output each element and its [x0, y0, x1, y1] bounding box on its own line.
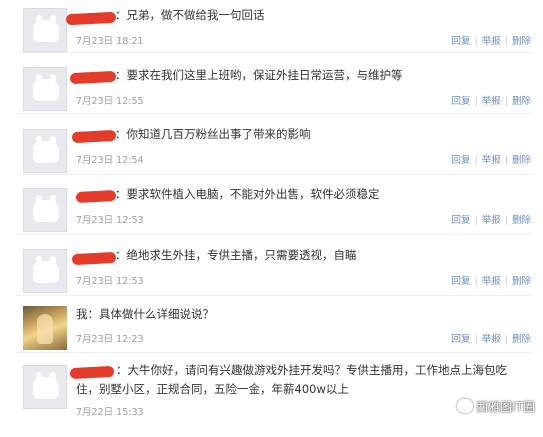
message-text: ：绝地求生外挂，专供主播，只需要透视，自瞄: [115, 248, 357, 262]
message-date: 7月23日 12:53: [76, 276, 144, 287]
divider: [16, 234, 531, 235]
message-text: ：你知道几百万粉丝出事了带来的影响: [115, 127, 311, 141]
delete-link[interactable]: 删除: [512, 276, 531, 287]
delete-link[interactable]: 删除: [512, 96, 531, 107]
delete-link[interactable]: 删除: [512, 334, 531, 345]
report-link[interactable]: 举报: [482, 155, 501, 166]
divider: [16, 295, 531, 296]
reply-link[interactable]: 回复: [452, 334, 471, 345]
divider: [16, 174, 531, 175]
message-actions: 回复 | 举报 | 删除: [451, 155, 531, 166]
avatar[interactable]: [23, 365, 67, 409]
message-date: 7月22日 15:33: [76, 407, 144, 418]
message-actions: 回复 | 举报 | 删除: [451, 276, 531, 287]
avatar[interactable]: [23, 306, 67, 350]
avatar[interactable]: [23, 249, 67, 293]
wechat-icon: [457, 399, 474, 413]
reply-link[interactable]: 回复: [452, 36, 471, 47]
message-actions: 回复 | 举报 | 删除: [451, 36, 531, 47]
report-link[interactable]: 举报: [482, 215, 501, 226]
message-actions: 回复 | 举报 | 删除: [451, 215, 531, 226]
redacted-username: [71, 129, 117, 144]
message-date: 7月23日 18:21: [76, 36, 144, 47]
message-date: 7月23日 12:23: [76, 334, 144, 345]
message-text: ：兄弟，做不做给我一句回话: [115, 8, 265, 22]
watermark: 西雅图IT圈: [457, 398, 535, 415]
avatar[interactable]: [23, 188, 67, 232]
redacted-username: [65, 11, 117, 26]
avatar[interactable]: [23, 67, 67, 111]
reply-link[interactable]: 回复: [452, 155, 471, 166]
message-date: 7月23日 12:54: [76, 155, 144, 166]
message-actions: 回复 | 举报 | 删除: [451, 334, 531, 345]
message-text: ：要求软件植入电脑，不能对外出售，软件必须稳定: [115, 187, 380, 201]
divider: [16, 352, 531, 353]
redacted-username: [71, 251, 117, 266]
avatar[interactable]: [23, 129, 67, 173]
delete-link[interactable]: 删除: [512, 155, 531, 166]
message-date: 7月23日 12:55: [76, 96, 144, 107]
message-text: ：大牛你好，请问有兴趣做游戏外挂开发吗？专供主播用，工作地点上海包吃住，别墅小区…: [76, 363, 507, 396]
redacted-username: [75, 189, 117, 204]
message-text: ：要求在我们这里上班哟，保证外挂日常运营，与维护等: [115, 68, 403, 82]
reply-link[interactable]: 回复: [452, 215, 471, 226]
message-actions: 回复 | 举报 | 删除: [451, 96, 531, 107]
avatar[interactable]: [23, 8, 67, 52]
message-text: 我：具体做什么详细说说？: [76, 307, 214, 321]
report-link[interactable]: 举报: [482, 36, 501, 47]
redacted-username: [69, 70, 117, 85]
delete-link[interactable]: 删除: [512, 36, 531, 47]
report-link[interactable]: 举报: [482, 96, 501, 107]
report-link[interactable]: 举报: [482, 334, 501, 345]
report-link[interactable]: 举报: [482, 276, 501, 287]
delete-link[interactable]: 删除: [512, 215, 531, 226]
reply-link[interactable]: 回复: [452, 276, 471, 287]
divider: [16, 113, 531, 114]
message-date: 7月23日 12:53: [76, 215, 144, 226]
divider: [16, 52, 531, 53]
reply-link[interactable]: 回复: [452, 96, 471, 107]
